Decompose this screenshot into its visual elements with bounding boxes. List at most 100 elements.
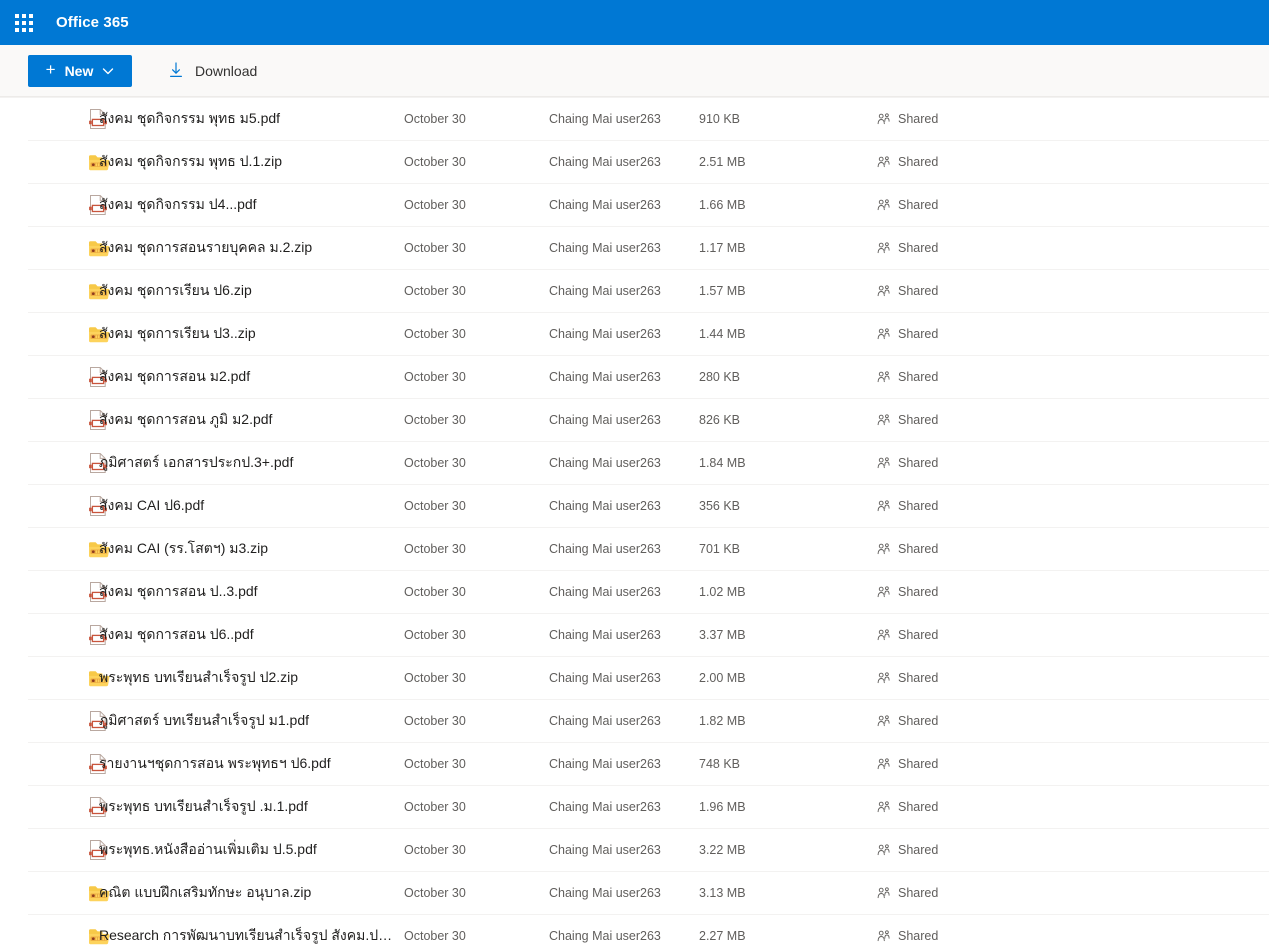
file-author: Chaing Mai user263 — [549, 757, 661, 771]
file-author: Chaing Mai user263 — [549, 370, 661, 384]
file-sharing-label: Shared — [898, 198, 939, 212]
file-sharing-status[interactable]: Shared — [877, 155, 1269, 169]
new-button[interactable]: + New — [28, 54, 132, 87]
waffle-grid — [15, 13, 33, 32]
file-name[interactable]: พระพุทธ.หนังสืออ่านเพิ่มเติม ป.5.pdf — [99, 839, 404, 861]
file-sharing-status[interactable]: Shared — [877, 499, 1269, 513]
file-sharing-status[interactable]: Shared — [877, 456, 1269, 470]
table-row[interactable]: พระพุทธ.หนังสืออ่านเพิ่มเติม ป.5.pdf Oct… — [28, 829, 1269, 872]
file-sharing-status[interactable]: Shared — [877, 843, 1269, 857]
file-sharing-status[interactable]: Shared — [877, 327, 1269, 341]
file-size: 1.02 MB — [699, 585, 746, 599]
file-name[interactable]: สังคม CAI (รร.โสตฯ) ม3.zip — [99, 538, 404, 560]
download-button[interactable]: Download — [162, 55, 263, 87]
table-row[interactable]: ภูมิศาสตร์ เอกสารประกป.3+.pdf October 30… — [28, 442, 1269, 485]
table-row[interactable]: สังคม ชุดกิจกรรม พุทธ ป.1.zip October 30… — [28, 141, 1269, 184]
file-size: 748 KB — [699, 757, 741, 771]
file-name[interactable]: สังคม ชุดกิจกรรม พุทธ ม5.pdf — [99, 108, 404, 130]
file-sharing-status[interactable]: Shared — [877, 241, 1269, 255]
table-row[interactable]: สังคม CAI (รร.โสตฯ) ม3.zip October 30 Ch… — [28, 528, 1269, 571]
file-sharing-label: Shared — [898, 843, 939, 857]
file-sharing-status[interactable]: Shared — [877, 585, 1269, 599]
people-shared-icon — [877, 715, 891, 727]
file-name[interactable]: สังคม ชุดการสอน ป6..pdf — [99, 624, 404, 646]
file-sharing-label: Shared — [898, 929, 939, 943]
table-row[interactable]: สังคม ชุดการสอน ป6..pdf October 30 Chain… — [28, 614, 1269, 657]
table-row[interactable]: Research การพัฒนาบทเรียนสำเร็จรูป สังคม.… — [28, 915, 1269, 949]
people-shared-icon — [877, 629, 891, 641]
people-shared-icon — [877, 371, 891, 383]
file-list[interactable]: สังคม ชุดกิจกรรม พุทธ ม5.pdf October 30 … — [0, 97, 1269, 949]
table-row[interactable]: สังคม ชุดการเรียน ป6.zip October 30 Chai… — [28, 270, 1269, 313]
plus-icon: + — [45, 60, 56, 79]
file-name[interactable]: สังคม ชุดการสอน ภูมิ ม2.pdf — [99, 409, 404, 431]
file-size: 1.96 MB — [699, 800, 746, 814]
file-name[interactable]: Research การพัฒนาบทเรียนสำเร็จรูป สังคม.… — [99, 925, 404, 947]
file-sharing-status[interactable]: Shared — [877, 757, 1269, 771]
file-sharing-status[interactable]: Shared — [877, 284, 1269, 298]
file-name[interactable]: สังคม ชุดกิจกรรม ป4...pdf — [99, 194, 404, 216]
file-name[interactable]: สังคม ชุดการสอน ป..3.pdf — [99, 581, 404, 603]
file-name[interactable]: สังคม ชุดกิจกรรม พุทธ ป.1.zip — [99, 151, 404, 173]
file-sharing-status[interactable]: Shared — [877, 886, 1269, 900]
file-type-icon-cell — [28, 669, 110, 688]
file-size: 1.44 MB — [699, 327, 746, 341]
file-sharing-status[interactable]: Shared — [877, 800, 1269, 814]
file-sharing-label: Shared — [898, 542, 939, 556]
table-row[interactable]: รายงานฯชุดการสอน พระพุทธฯ ป6.pdf October… — [28, 743, 1269, 786]
file-name[interactable]: ภูมิศาสตร์ บทเรียนสำเร็จรูป ม1.pdf — [99, 710, 404, 732]
app-launcher-waffle-icon[interactable] — [7, 6, 41, 40]
file-sharing-status[interactable]: Shared — [877, 714, 1269, 728]
table-row[interactable]: สังคม ชุดการสอน ภูมิ ม2.pdf October 30 C… — [28, 399, 1269, 442]
file-sharing-status[interactable]: Shared — [877, 628, 1269, 642]
file-modified-date: October 30 — [404, 714, 466, 728]
file-modified-date: October 30 — [404, 929, 466, 943]
file-sharing-status[interactable]: Shared — [877, 198, 1269, 212]
file-modified-date: October 30 — [404, 843, 466, 857]
file-size: 2.51 MB — [699, 155, 746, 169]
table-row[interactable]: สังคม CAI ป6.pdf October 30 Chaing Mai u… — [28, 485, 1269, 528]
file-modified-date: October 30 — [404, 499, 466, 513]
file-name[interactable]: คณิต แบบฝึกเสริมทักษะ อนุบาล.zip — [99, 882, 404, 904]
file-name[interactable]: สังคม ชุดการสอน ม2.pdf — [99, 366, 404, 388]
file-name[interactable]: พระพุทธ บทเรียนสำเร็จรูป ป2.zip — [99, 667, 404, 689]
file-author: Chaing Mai user263 — [549, 284, 661, 298]
file-sharing-status[interactable]: Shared — [877, 929, 1269, 943]
table-row[interactable]: ภูมิศาสตร์ บทเรียนสำเร็จรูป ม1.pdf Octob… — [28, 700, 1269, 743]
file-author: Chaing Mai user263 — [549, 843, 661, 857]
suite-header: Office 365 — [0, 0, 1269, 45]
file-type-icon-cell — [28, 366, 107, 388]
file-sharing-label: Shared — [898, 800, 939, 814]
table-row[interactable]: คณิต แบบฝึกเสริมทักษะ อนุบาล.zip October… — [28, 872, 1269, 915]
file-sharing-status[interactable]: Shared — [877, 542, 1269, 556]
file-name[interactable]: พระพุทธ บทเรียนสำเร็จรูป .ม.1.pdf — [99, 796, 404, 818]
file-name[interactable]: สังคม ชุดการเรียน ป3..zip — [99, 323, 404, 345]
file-name[interactable]: ภูมิศาสตร์ เอกสารประกป.3+.pdf — [99, 452, 404, 474]
file-sharing-status[interactable]: Shared — [877, 370, 1269, 384]
people-shared-icon — [877, 242, 891, 254]
file-size: 910 KB — [699, 112, 741, 126]
file-size: 3.37 MB — [699, 628, 746, 642]
file-sharing-status[interactable]: Shared — [877, 112, 1269, 126]
table-row[interactable]: สังคม ชุดการสอน ป..3.pdf October 30 Chai… — [28, 571, 1269, 614]
table-row[interactable]: สังคม ชุดกิจกรรม พุทธ ม5.pdf October 30 … — [28, 98, 1269, 141]
table-row[interactable]: สังคม ชุดการสอนรายบุคคล ม.2.zip October … — [28, 227, 1269, 270]
file-sharing-status[interactable]: Shared — [877, 671, 1269, 685]
file-modified-date: October 30 — [404, 155, 466, 169]
file-name[interactable]: รายงานฯชุดการสอน พระพุทธฯ ป6.pdf — [99, 753, 404, 775]
file-author: Chaing Mai user263 — [549, 800, 661, 814]
file-sharing-status[interactable]: Shared — [877, 413, 1269, 427]
file-type-icon-cell — [28, 540, 110, 559]
table-row[interactable]: สังคม ชุดกิจกรรม ป4...pdf October 30 Cha… — [28, 184, 1269, 227]
table-row[interactable]: พระพุทธ บทเรียนสำเร็จรูป .ม.1.pdf Octobe… — [28, 786, 1269, 829]
table-row[interactable]: สังคม ชุดการสอน ม2.pdf October 30 Chaing… — [28, 356, 1269, 399]
file-size: 826 KB — [699, 413, 741, 427]
table-row[interactable]: สังคม ชุดการเรียน ป3..zip October 30 Cha… — [28, 313, 1269, 356]
file-name[interactable]: สังคม ชุดการเรียน ป6.zip — [99, 280, 404, 302]
file-name[interactable]: สังคม ชุดการสอนรายบุคคล ม.2.zip — [99, 237, 404, 259]
table-row[interactable]: พระพุทธ บทเรียนสำเร็จรูป ป2.zip October … — [28, 657, 1269, 700]
suite-title: Office 365 — [56, 14, 129, 31]
file-name[interactable]: สังคม CAI ป6.pdf — [99, 495, 404, 517]
file-size: 2.00 MB — [699, 671, 746, 685]
people-shared-icon — [877, 887, 891, 899]
